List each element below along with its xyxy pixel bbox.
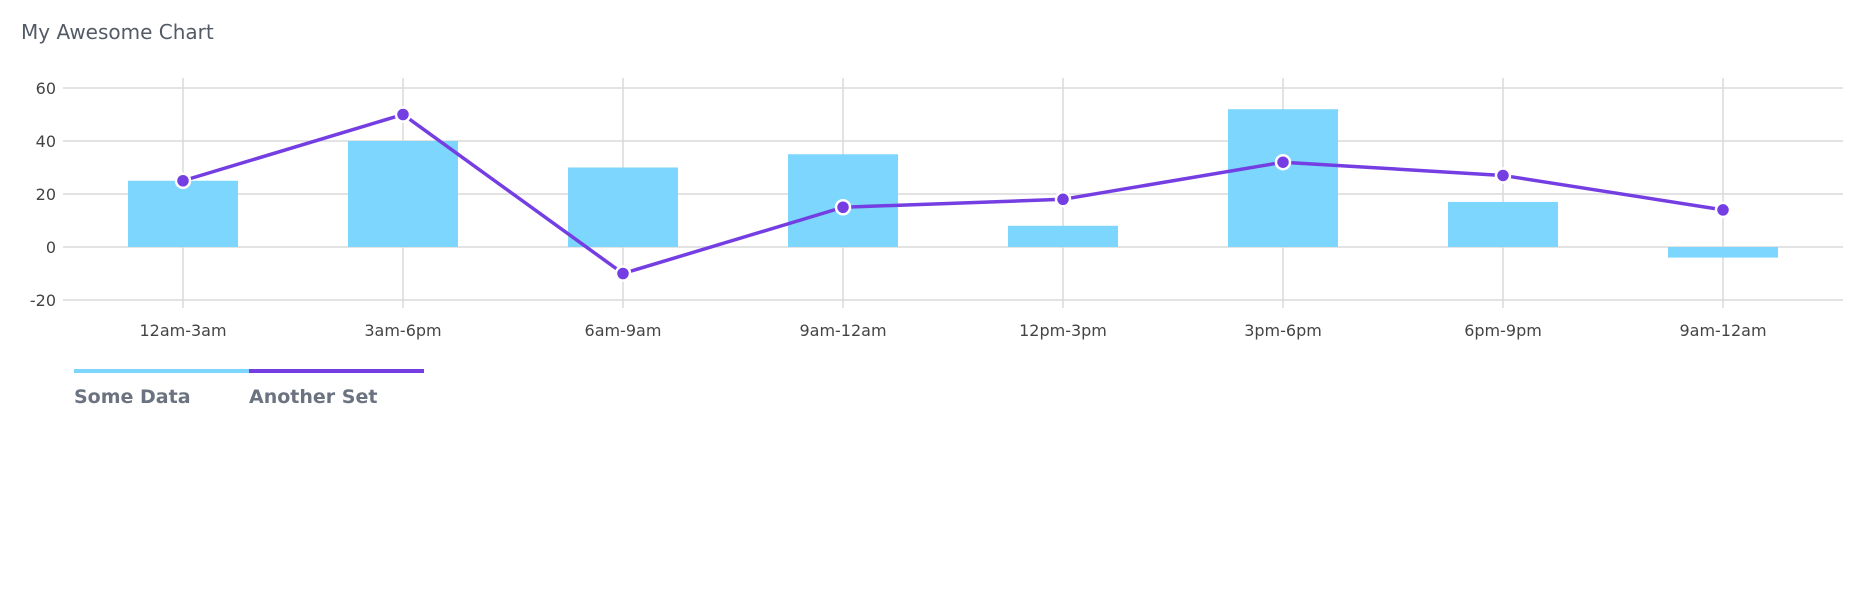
line-point: [174, 172, 192, 189]
x-tick-label: 3pm-6pm: [1244, 321, 1322, 340]
y-axis-ticks: -20 0 20 40 60: [30, 79, 56, 310]
line-point: [1494, 167, 1512, 184]
bar: [1008, 225, 1118, 247]
bar-series: [128, 109, 1778, 258]
legend-item-some-data[interactable]: Some Data: [74, 369, 249, 408]
bar: [128, 180, 238, 247]
line-point: [614, 265, 632, 282]
x-tick-label: 3am-6pm: [364, 321, 441, 340]
legend-swatch-another-set: [249, 369, 424, 373]
legend-swatch-some-data: [74, 369, 249, 373]
y-tick-label: 60: [36, 79, 56, 98]
x-tick-label: 9am-12am: [799, 321, 886, 340]
legend: Some Data Another Set: [74, 369, 424, 408]
x-axis-ticks: 12am-3am 3am-6pm 6am-9am 9am-12am 12pm-3pm 3p…: [139, 321, 1766, 340]
x-tick-label: 12pm-3pm: [1019, 321, 1107, 340]
bar: [1228, 109, 1338, 247]
bar: [568, 167, 678, 247]
x-tick-label: 12am-3am: [139, 321, 226, 340]
bar: [348, 141, 458, 247]
y-tick-label: -20: [30, 291, 56, 310]
line-point: [1274, 153, 1292, 171]
bar: [1668, 247, 1778, 258]
line-point: [1714, 201, 1732, 219]
y-tick-label: 40: [36, 132, 56, 151]
line-point: [834, 199, 852, 216]
grid-lines: [63, 78, 1843, 308]
x-tick-label: 6pm-9pm: [1464, 321, 1542, 340]
legend-label-another-set: Another Set: [249, 386, 378, 408]
bar: [1448, 201, 1558, 247]
chart-plot-area: -20 0 20 40 60 12am-3am 3am-6pm 6am-9am 9am-12a…: [30, 78, 1843, 340]
x-tick-label: 9am-12am: [1679, 321, 1766, 340]
legend-item-another-set[interactable]: Another Set: [249, 369, 424, 408]
line-point: [394, 106, 412, 123]
y-tick-label: 0: [46, 238, 56, 257]
line-point: [1054, 191, 1072, 208]
y-tick-label: 20: [36, 185, 56, 204]
x-tick-label: 6am-9am: [585, 321, 662, 340]
legend-label-some-data: Some Data: [74, 386, 191, 408]
